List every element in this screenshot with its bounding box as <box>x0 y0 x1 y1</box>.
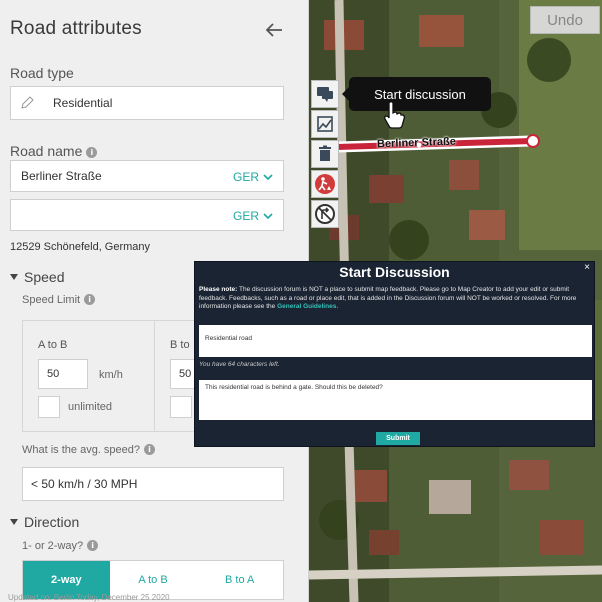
close-icon[interactable]: × <box>584 262 590 273</box>
dialog-title: Start Discussion <box>339 264 450 280</box>
avg-speed-select[interactable]: < 50 km/h / 30 MPH <box>22 467 284 501</box>
road-type-label: Road type <box>10 65 74 81</box>
direction-option-b-to-a[interactable]: B to A <box>196 561 283 599</box>
discussion-title-input[interactable]: Residential road <box>199 325 592 357</box>
road-work-button[interactable] <box>311 170 339 198</box>
speed-limit-label: Speed Limit i <box>22 294 96 306</box>
unlimited-checkbox-b[interactable] <box>170 396 192 418</box>
direction-section-toggle[interactable]: Direction <box>10 514 79 530</box>
address-text: 12529 Schönefeld, Germany <box>10 241 151 253</box>
collapse-triangle-icon <box>10 519 18 525</box>
road-type-field[interactable]: Residential <box>10 86 284 120</box>
submit-button[interactable]: Submit <box>376 432 420 445</box>
info-icon[interactable]: i <box>87 540 99 551</box>
collapse-triangle-icon <box>10 274 18 280</box>
discussion-icon <box>317 87 333 102</box>
speed-a-to-b-input[interactable]: 50 <box>38 359 88 389</box>
update-footer: Updated on: Berlin Today, December 25 20… <box>8 593 170 602</box>
pencil-icon <box>21 96 34 109</box>
report-image-icon <box>317 116 333 132</box>
general-guidelines-link[interactable]: General Guidelines <box>277 303 336 310</box>
start-discussion-button[interactable] <box>311 80 339 108</box>
road-type-value: Residential <box>53 96 113 110</box>
avg-speed-label: What is the avg. speed? i <box>22 444 156 456</box>
chevron-down-icon <box>263 174 273 181</box>
delete-button[interactable] <box>311 140 339 168</box>
chevron-down-icon <box>263 213 273 220</box>
map-toolbar <box>311 80 339 228</box>
no-turn-icon <box>315 204 335 224</box>
characters-left: You have 64 characters left. <box>199 361 280 368</box>
info-icon[interactable]: i <box>84 294 96 305</box>
discussion-body-textarea[interactable]: This residential road is behind a gate. … <box>199 380 592 420</box>
trash-icon <box>319 145 331 161</box>
dialog-note: Please note: The discussion forum is NOT… <box>199 286 577 310</box>
hand-cursor-icon <box>384 101 405 129</box>
back-arrow-icon[interactable] <box>262 18 286 42</box>
direction-question: 1- or 2-way? i <box>22 540 99 552</box>
unlimited-checkbox[interactable] <box>38 396 60 418</box>
road-name-alt-field[interactable]: GER <box>10 199 284 231</box>
report-image-button[interactable] <box>311 110 339 138</box>
info-icon[interactable]: i <box>144 444 156 455</box>
turn-restriction-button[interactable] <box>311 200 339 228</box>
language-select-alt[interactable]: GER <box>233 209 273 223</box>
undo-button[interactable]: Undo <box>530 6 600 34</box>
road-name-field[interactable]: Berliner Straße GER <box>10 160 284 192</box>
start-discussion-dialog: Start Discussion × Please note: The disc… <box>194 261 595 447</box>
panel-title: Road attributes <box>10 18 142 39</box>
speed-section-toggle[interactable]: Speed <box>10 269 64 285</box>
road-name-label: Road name i <box>10 143 98 159</box>
speed-a-to-b: A to B 50 km/h unlimited <box>23 321 154 431</box>
road-name-value: Berliner Straße <box>21 169 102 183</box>
info-icon[interactable]: i <box>86 147 98 158</box>
start-discussion-tooltip: Start discussion <box>342 77 491 111</box>
road-work-icon <box>315 174 335 194</box>
language-select[interactable]: GER <box>233 170 273 184</box>
